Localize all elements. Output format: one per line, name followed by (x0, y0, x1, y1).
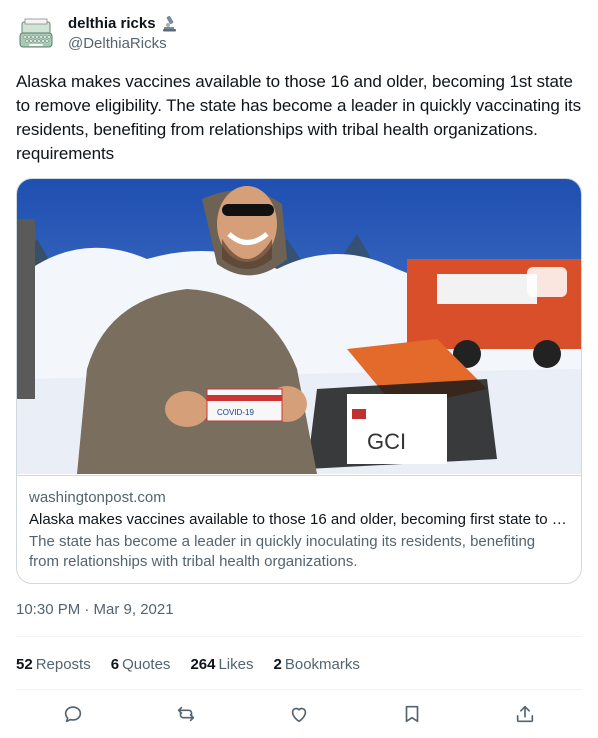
likes-stat[interactable]: 264 Likes (190, 656, 253, 673)
quotes-count: 6 (110, 655, 120, 673)
share-button[interactable] (507, 696, 543, 732)
handle[interactable]: @DelthiaRicks (68, 34, 178, 54)
display-name-text: delthia ricks (68, 15, 156, 32)
share-icon (517, 705, 534, 723)
tweet-timestamp[interactable]: 10:30 PM · Mar 9, 2021 (16, 600, 174, 620)
card-domain: washingtonpost.com (29, 489, 166, 506)
bookmarks-count: 2 (273, 655, 282, 673)
bookmarks-stat[interactable]: 2 Bookmarks (274, 656, 360, 673)
card-description: The state has become a leader in quickly… (29, 533, 536, 570)
bookmark-icon (405, 705, 419, 723)
link-card[interactable]: GCI COVID-19 washingtonpost.com Alaska m… (16, 178, 582, 584)
quotes-stat[interactable]: 6 Quotes (111, 656, 171, 673)
display-name[interactable]: delthia ricks (68, 14, 178, 34)
divider (16, 636, 582, 637)
repost-button[interactable] (168, 696, 204, 732)
avatar[interactable] (16, 14, 56, 54)
typewriter-icon (19, 18, 53, 48)
likes-count: 264 (190, 655, 216, 673)
banner-text: GCI (367, 429, 406, 454)
likes-label: Likes (218, 655, 254, 673)
bookmarks-label: Bookmarks (284, 655, 360, 673)
card-meta: washingtonpost.com Alaska makes vaccines… (17, 475, 581, 583)
card-title: Alaska makes vaccines available to those… (29, 511, 569, 528)
reposts-label: Reposts (35, 655, 91, 673)
vaccine-box-text: COVID-19 (217, 408, 254, 417)
like-button[interactable] (281, 696, 317, 732)
card-image[interactable]: GCI COVID-19 (17, 179, 581, 474)
action-bar (16, 690, 582, 738)
card-photo: GCI COVID-19 (17, 179, 581, 474)
like-icon (291, 707, 307, 723)
reposts-stat[interactable]: 52 Reposts (16, 656, 91, 673)
microscope-icon (160, 15, 178, 33)
bookmark-button[interactable] (394, 696, 430, 732)
reply-button[interactable] (55, 696, 91, 732)
reply-icon (64, 706, 81, 723)
tweet-text: Alaska makes vaccines available to those… (16, 72, 582, 163)
tweet-stats: 52 Reposts 6 Quotes 264 Likes 2 Bookmarks (16, 654, 380, 674)
repost-icon (177, 706, 194, 722)
author-names: delthia ricks @DelthiaRicks (68, 14, 178, 54)
tweet-header: delthia ricks @DelthiaRicks (16, 12, 582, 56)
reposts-count: 52 (16, 655, 33, 673)
quotes-label: Quotes (122, 655, 171, 673)
